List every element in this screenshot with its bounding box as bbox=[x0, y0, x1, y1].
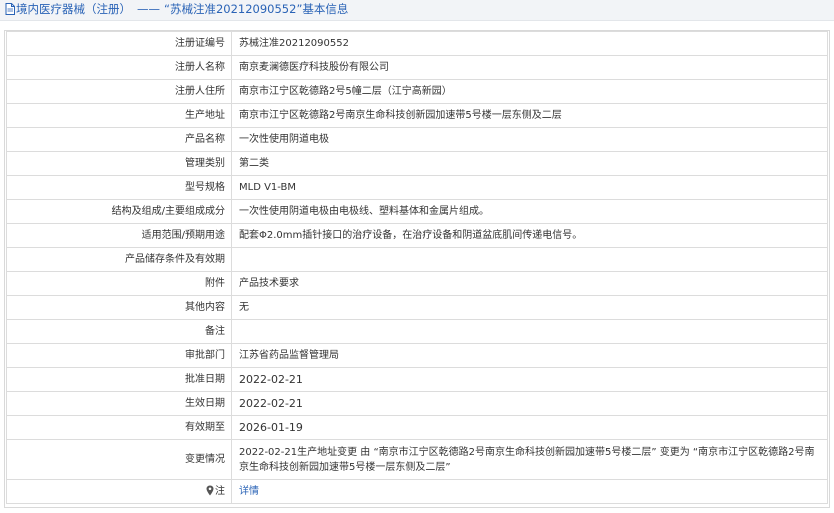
table-row: 备注 bbox=[6, 319, 828, 344]
page-header: 境内医疗器械（注册） —— “苏械注准20212090552”基本信息 bbox=[0, 0, 834, 21]
field-value bbox=[231, 247, 828, 272]
table-row: 产品名称 一次性使用阴道电极 bbox=[6, 127, 828, 152]
field-value: 一次性使用阴道电极由电极线、塑料基体和金属片组成。 bbox=[231, 199, 828, 224]
title-separator: —— bbox=[137, 2, 160, 16]
registration-detail-table: 注册证编号 苏械注准20212090552 注册人名称 南京麦澜德医疗科技股份有限公司… bbox=[6, 31, 828, 504]
field-value: 2022-02-21 bbox=[231, 391, 828, 416]
field-label: 批准日期 bbox=[6, 367, 232, 392]
table-row: 注册人住所 南京市江宁区乾德路2号5幢二层（江宁高新园） bbox=[6, 79, 828, 104]
field-value: 2026-01-19 bbox=[231, 415, 828, 440]
table-row: 注册证编号 苏械注准20212090552 bbox=[6, 31, 828, 56]
field-value: 产品技术要求 bbox=[231, 271, 828, 296]
field-label: 产品名称 bbox=[6, 127, 232, 152]
table-row: 审批部门 江苏省药品监督管理局 bbox=[6, 343, 828, 368]
table-row: 型号规格 MLD V1-BM bbox=[6, 175, 828, 200]
field-value: 一次性使用阴道电极 bbox=[231, 127, 828, 152]
field-label: 管理类别 bbox=[6, 151, 232, 176]
field-label: 注册人名称 bbox=[6, 55, 232, 80]
field-value: 苏械注准20212090552 bbox=[231, 31, 828, 56]
note-label: 注 bbox=[215, 486, 225, 497]
table-row: 变更情况 2022-02-21生产地址变更 由 “南京市江宁区乾德路2号南京生命科… bbox=[6, 439, 828, 480]
field-label: 备注 bbox=[6, 319, 232, 344]
field-value: 南京市江宁区乾德路2号南京生命科技创新园加速带5号楼一层东侧及二层 bbox=[231, 103, 828, 128]
note-value-cell: 详情 bbox=[231, 479, 828, 504]
field-value: 2022-02-21 bbox=[231, 367, 828, 392]
field-label: 生效日期 bbox=[6, 391, 232, 416]
field-label: 注册证编号 bbox=[6, 31, 232, 56]
field-label: 生产地址 bbox=[6, 103, 232, 128]
field-label: 附件 bbox=[6, 271, 232, 296]
field-value: 第二类 bbox=[231, 151, 828, 176]
field-label: 变更情况 bbox=[6, 439, 232, 480]
table-row: 产品储存条件及有效期 bbox=[6, 247, 828, 272]
field-label: 产品储存条件及有效期 bbox=[6, 247, 232, 272]
table-row: 生效日期 2022-02-21 bbox=[6, 391, 828, 416]
field-label: 注册人住所 bbox=[6, 79, 232, 104]
table-row: 附件 产品技术要求 bbox=[6, 271, 828, 296]
page-title: “苏械注准20212090552”基本信息 bbox=[164, 2, 349, 16]
field-label: 适用范围/预期用途 bbox=[6, 223, 232, 248]
table-row: 适用范围/预期用途 配套Φ2.0mm插针接口的治疗设备，在治疗设备和阴道盆底肌间传… bbox=[6, 223, 828, 248]
field-value: 江苏省药品监督管理局 bbox=[231, 343, 828, 368]
field-value: 无 bbox=[231, 295, 828, 320]
table-row: 管理类别 第二类 bbox=[6, 151, 828, 176]
field-value: 配套Φ2.0mm插针接口的治疗设备，在治疗设备和阴道盆底肌间传递电信号。 bbox=[231, 223, 828, 248]
field-label: 型号规格 bbox=[6, 175, 232, 200]
table-row: 结构及组成/主要组成成分 一次性使用阴道电极由电极线、塑料基体和金属片组成。 bbox=[6, 199, 828, 224]
field-value: MLD V1-BM bbox=[231, 175, 828, 200]
field-value: 南京市江宁区乾德路2号5幢二层（江宁高新园） bbox=[231, 79, 828, 104]
pin-icon bbox=[206, 485, 214, 496]
table-row: 生产地址 南京市江宁区乾德路2号南京生命科技创新园加速带5号楼一层东侧及二层 bbox=[6, 103, 828, 128]
field-value: 南京麦澜德医疗科技股份有限公司 bbox=[231, 55, 828, 80]
field-label: 其他内容 bbox=[6, 295, 232, 320]
table-row: 其他内容无 bbox=[6, 295, 828, 320]
table-row: 有效期至 2026-01-19 bbox=[6, 415, 828, 440]
table-row: 注册人名称 南京麦澜德医疗科技股份有限公司 bbox=[6, 55, 828, 80]
field-value bbox=[231, 319, 828, 344]
details-link[interactable]: 详情 bbox=[239, 486, 259, 497]
field-label: 有效期至 bbox=[6, 415, 232, 440]
field-value: 2022-02-21生产地址变更 由 “南京市江宁区乾德路2号南京生命科技创新园… bbox=[231, 439, 828, 480]
field-label: 结构及组成/主要组成成分 bbox=[6, 199, 232, 224]
document-icon bbox=[5, 3, 15, 15]
page-title-link[interactable]: 境内医疗器械（注册） —— “苏械注准20212090552”基本信息 bbox=[5, 2, 348, 17]
table-row: 批准日期 2022-02-21 bbox=[6, 367, 828, 392]
page-category: 境内医疗器械（注册） bbox=[16, 2, 131, 16]
field-label: 审批部门 bbox=[6, 343, 232, 368]
note-label-cell: 注 bbox=[6, 479, 232, 504]
note-row: 注 详情 bbox=[6, 479, 828, 504]
